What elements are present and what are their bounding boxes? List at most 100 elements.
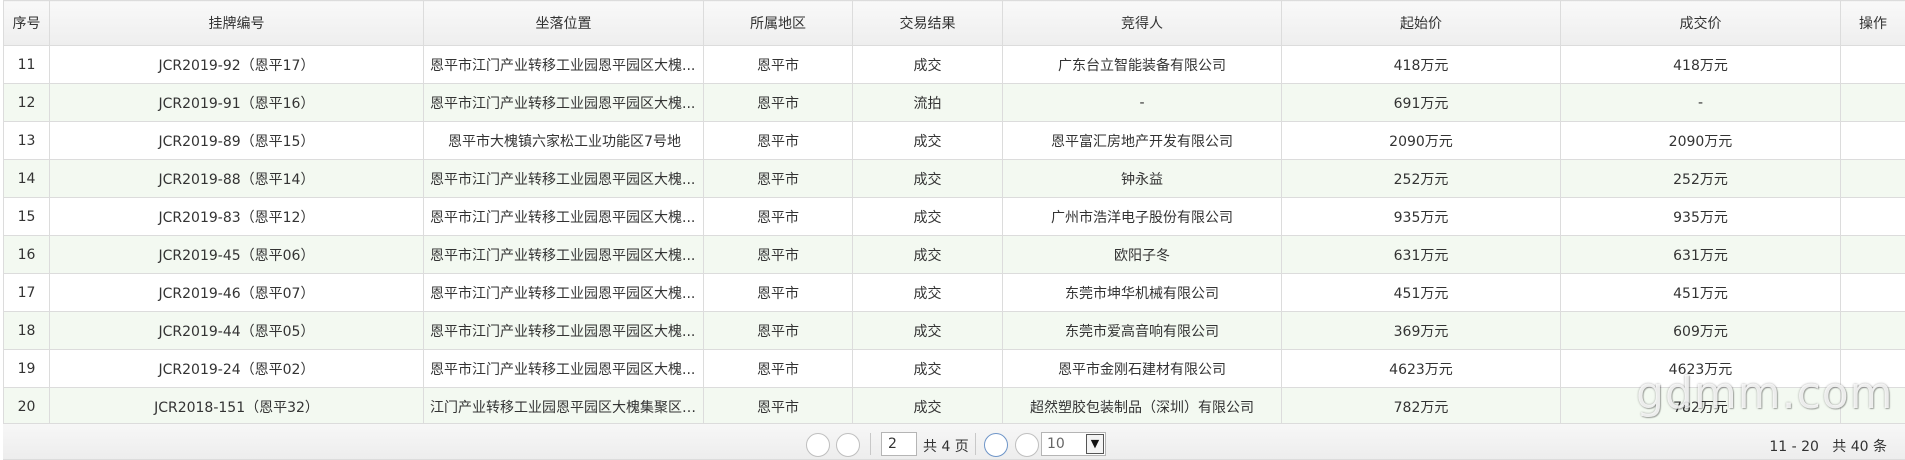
location-cell: 恩平市江门产业转移工业园恩平园区大槐... [424, 312, 704, 350]
start-price-cell: 451万元 [1282, 274, 1561, 312]
pagination-bar: 共 4 页 10 ▼ 11 - 20 共 40 条 [3, 423, 1905, 460]
start-price-cell: 691万元 [1282, 84, 1561, 122]
row-number: 12 [4, 84, 50, 122]
winner-cell: 广州市浩洋电子股份有限公司 [1003, 198, 1282, 236]
prev-page-button[interactable] [836, 433, 860, 457]
winner-cell: 恩平市金刚石建材有限公司 [1003, 350, 1282, 388]
first-page-button[interactable] [806, 433, 830, 457]
action-cell[interactable] [1841, 236, 1905, 274]
column-header: 所属地区 [704, 1, 853, 46]
table-row[interactable]: 13JCR2019-89（恩平15）恩平市大槐镇六家松工业功能区7号地恩平市成交… [4, 122, 1905, 160]
region-cell: 恩平市 [704, 274, 853, 312]
region-cell: 恩平市 [704, 312, 853, 350]
next-page-button[interactable] [984, 433, 1008, 457]
page-number-input[interactable] [881, 432, 917, 456]
location-cell: 恩平市江门产业转移工业园恩平园区大槐... [424, 84, 704, 122]
table-row[interactable]: 12JCR2019-91（恩平16）恩平市江门产业转移工业园恩平园区大槐...恩… [4, 84, 1905, 122]
action-cell[interactable] [1841, 198, 1905, 236]
location-cell: 恩平市江门产业转移工业园恩平园区大槐... [424, 274, 704, 312]
region-cell: 恩平市 [704, 46, 853, 84]
listing-code: JCR2019-91（恩平16） [50, 84, 424, 122]
deal-price-cell: 782万元 [1561, 388, 1841, 426]
action-cell[interactable] [1841, 84, 1905, 122]
column-header: 挂牌编号 [50, 1, 424, 46]
result-cell: 成交 [853, 388, 1003, 426]
location-cell: 恩平市江门产业转移工业园恩平园区大槐... [424, 350, 704, 388]
location-cell: 恩平市江门产业转移工业园恩平园区大槐... [424, 46, 704, 84]
region-cell: 恩平市 [704, 198, 853, 236]
location-cell: 江门产业转移工业园恩平园区大槐集聚区4... [424, 388, 704, 426]
table-row[interactable]: 18JCR2019-44（恩平05）恩平市江门产业转移工业园恩平园区大槐...恩… [4, 312, 1905, 350]
action-cell[interactable] [1841, 122, 1905, 160]
action-cell[interactable] [1841, 46, 1905, 84]
listing-code: JCR2019-46（恩平07） [50, 274, 424, 312]
pager-divider [870, 433, 871, 455]
listing-code: JCR2019-88（恩平14） [50, 160, 424, 198]
deal-price-cell: 2090万元 [1561, 122, 1841, 160]
winner-cell: 恩平富汇房地产开发有限公司 [1003, 122, 1282, 160]
result-cell: 成交 [853, 350, 1003, 388]
start-price-cell: 418万元 [1282, 46, 1561, 84]
column-header: 起始价 [1282, 1, 1561, 46]
start-price-cell: 2090万元 [1282, 122, 1561, 160]
action-cell[interactable] [1841, 312, 1905, 350]
winner-cell: 钟永益 [1003, 160, 1282, 198]
region-cell: 恩平市 [704, 388, 853, 426]
winner-cell: 欧阳子冬 [1003, 236, 1282, 274]
column-header: 交易结果 [853, 1, 1003, 46]
action-cell[interactable] [1841, 160, 1905, 198]
listing-code: JCR2019-89（恩平15） [50, 122, 424, 160]
row-number: 19 [4, 350, 50, 388]
row-number: 18 [4, 312, 50, 350]
start-price-cell: 252万元 [1282, 160, 1561, 198]
row-number: 15 [4, 198, 50, 236]
region-cell: 恩平市 [704, 350, 853, 388]
deal-price-cell: 4623万元 [1561, 350, 1841, 388]
result-cell: 成交 [853, 198, 1003, 236]
listing-code: JCR2019-83（恩平12） [50, 198, 424, 236]
location-cell: 恩平市江门产业转移工业园恩平园区大槐... [424, 198, 704, 236]
winner-cell: 超然塑胶包装制品（深圳）有限公司 [1003, 388, 1282, 426]
chevron-down-icon[interactable]: ▼ [1086, 434, 1104, 454]
table-row[interactable]: 15JCR2019-83（恩平12）恩平市江门产业转移工业园恩平园区大槐...恩… [4, 198, 1905, 236]
location-cell: 恩平市江门产业转移工业园恩平园区大槐... [424, 160, 704, 198]
table-row[interactable]: 17JCR2019-46（恩平07）恩平市江门产业转移工业园恩平园区大槐...恩… [4, 274, 1905, 312]
action-cell[interactable] [1841, 274, 1905, 312]
last-page-button[interactable] [1015, 433, 1039, 457]
action-cell[interactable] [1841, 350, 1905, 388]
start-price-cell: 631万元 [1282, 236, 1561, 274]
start-price-cell: 369万元 [1282, 312, 1561, 350]
location-cell: 恩平市江门产业转移工业园恩平园区大槐... [424, 236, 704, 274]
pager-divider [975, 433, 976, 455]
listing-code: JCR2018-151（恩平32） [50, 388, 424, 426]
region-cell: 恩平市 [704, 236, 853, 274]
table-row[interactable]: 19JCR2019-24（恩平02）恩平市江门产业转移工业园恩平园区大槐...恩… [4, 350, 1905, 388]
table-row[interactable]: 14JCR2019-88（恩平14）恩平市江门产业转移工业园恩平园区大槐...恩… [4, 160, 1905, 198]
table-row[interactable]: 11JCR2019-92（恩平17）恩平市江门产业转移工业园恩平园区大槐...恩… [4, 46, 1905, 84]
row-number: 17 [4, 274, 50, 312]
action-cell[interactable] [1841, 388, 1905, 426]
winner-cell: 东莞市坤华机械有限公司 [1003, 274, 1282, 312]
deal-price-cell: 252万元 [1561, 160, 1841, 198]
row-number: 20 [4, 388, 50, 426]
listing-code: JCR2019-44（恩平05） [50, 312, 424, 350]
winner-cell: - [1003, 84, 1282, 122]
result-cell: 成交 [853, 160, 1003, 198]
result-cell: 成交 [853, 236, 1003, 274]
row-number: 14 [4, 160, 50, 198]
region-cell: 恩平市 [704, 160, 853, 198]
result-cell: 流拍 [853, 84, 1003, 122]
deal-price-cell: 631万元 [1561, 236, 1841, 274]
start-price-cell: 4623万元 [1282, 350, 1561, 388]
page-size-select[interactable]: 10 ▼ [1041, 432, 1106, 456]
winner-cell: 广东台立智能装备有限公司 [1003, 46, 1282, 84]
results-table: 序号挂牌编号坐落位置所属地区交易结果竞得人起始价成交价操作 11JCR2019-… [3, 0, 1905, 426]
land-transaction-grid: 序号挂牌编号坐落位置所属地区交易结果竞得人起始价成交价操作 11JCR2019-… [3, 0, 1905, 426]
start-price-cell: 935万元 [1282, 198, 1561, 236]
deal-price-cell: 609万元 [1561, 312, 1841, 350]
column-header: 成交价 [1561, 1, 1841, 46]
column-header: 竞得人 [1003, 1, 1282, 46]
table-row[interactable]: 20JCR2018-151（恩平32）江门产业转移工业园恩平园区大槐集聚区4..… [4, 388, 1905, 426]
result-cell: 成交 [853, 274, 1003, 312]
table-row[interactable]: 16JCR2019-45（恩平06）恩平市江门产业转移工业园恩平园区大槐...恩… [4, 236, 1905, 274]
